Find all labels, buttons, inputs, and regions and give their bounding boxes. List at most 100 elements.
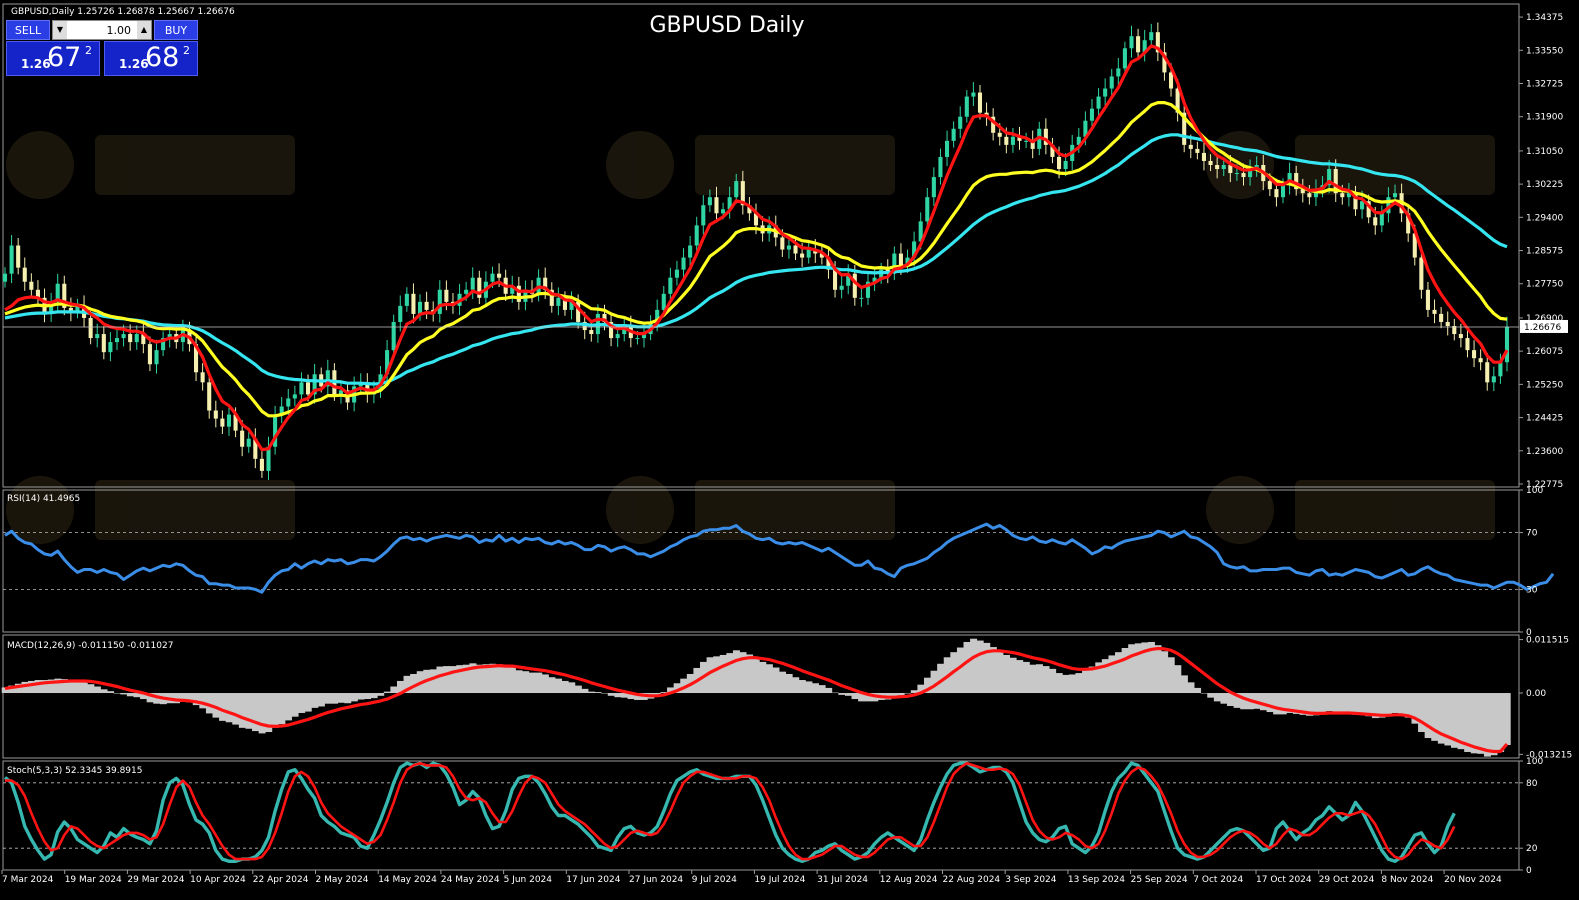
candle-body[interactable] xyxy=(931,177,936,198)
lot-decrease-arrow-icon[interactable]: ▼ xyxy=(53,21,67,39)
candle-body[interactable] xyxy=(226,414,232,427)
candle-body[interactable] xyxy=(635,338,640,340)
candle-body[interactable] xyxy=(470,277,475,290)
candle-body[interactable] xyxy=(1221,165,1226,170)
candle-body[interactable] xyxy=(1267,181,1272,190)
candle-body[interactable] xyxy=(714,197,719,214)
candle-body[interactable] xyxy=(108,342,113,353)
candle-body[interactable] xyxy=(1063,160,1068,170)
candle-body[interactable] xyxy=(1458,334,1463,339)
candle-body[interactable] xyxy=(852,273,857,298)
lot-size-value[interactable]: 1.00 xyxy=(69,21,135,41)
candle-body[interactable] xyxy=(497,273,502,278)
candle-body[interactable] xyxy=(207,382,212,411)
candle-body[interactable] xyxy=(1136,36,1141,53)
candle-body[interactable] xyxy=(213,410,218,419)
candle-body[interactable] xyxy=(391,321,396,351)
candle-body[interactable] xyxy=(898,253,903,266)
candle-body[interactable] xyxy=(780,237,785,250)
candle-body[interactable] xyxy=(1472,350,1477,359)
candle-body[interactable] xyxy=(793,245,798,254)
candle-body[interactable] xyxy=(688,245,693,258)
candle-body[interactable] xyxy=(681,257,686,270)
candle-body[interactable] xyxy=(1445,321,1450,326)
candle-body[interactable] xyxy=(1195,148,1200,153)
candle-body[interactable] xyxy=(1215,165,1220,170)
candle-body[interactable] xyxy=(22,267,27,282)
candle-body[interactable] xyxy=(398,305,403,322)
candle-body[interactable] xyxy=(1241,173,1246,178)
candle-body[interactable] xyxy=(1116,68,1121,77)
candle-body[interactable] xyxy=(286,398,291,407)
candle-body[interactable] xyxy=(951,128,956,141)
candle-body[interactable] xyxy=(95,334,100,339)
candle-body[interactable] xyxy=(444,289,449,302)
candle-body[interactable] xyxy=(88,317,93,339)
candle-body[interactable] xyxy=(299,382,304,395)
candle-body[interactable] xyxy=(786,245,791,250)
candle-body[interactable] xyxy=(661,293,666,310)
candle-body[interactable] xyxy=(240,430,245,447)
candle-body[interactable] xyxy=(1109,76,1114,89)
candle-body[interactable] xyxy=(668,277,673,294)
candle-body[interactable] xyxy=(1504,326,1510,363)
candle-body[interactable] xyxy=(958,116,963,129)
candle-body[interactable] xyxy=(1024,140,1029,142)
candle-body[interactable] xyxy=(246,438,251,447)
candle-body[interactable] xyxy=(925,197,930,222)
chart-canvas[interactable]: 1.34375 1.33550 1.32725 1.31900 1.31050 1.302… xyxy=(0,0,1579,896)
candle-body[interactable] xyxy=(200,372,205,383)
candle-body[interactable] xyxy=(977,92,983,113)
candle-body[interactable] xyxy=(1432,309,1437,314)
candle-body[interactable] xyxy=(134,334,139,343)
candle-body[interactable] xyxy=(833,269,838,290)
candle-body[interactable] xyxy=(859,297,864,299)
candle-body[interactable] xyxy=(1485,362,1490,383)
candle-body[interactable] xyxy=(128,334,133,343)
candle-body[interactable] xyxy=(694,225,699,246)
candle-body[interactable] xyxy=(1498,362,1503,377)
candle-body[interactable] xyxy=(707,197,712,206)
candle-body[interactable] xyxy=(305,382,311,395)
candle-body[interactable] xyxy=(945,140,950,157)
candle-body[interactable] xyxy=(464,289,469,294)
candle-body[interactable] xyxy=(1129,36,1134,49)
buy-button[interactable]: BUY xyxy=(154,20,198,40)
candle-body[interactable] xyxy=(220,418,225,427)
candle-body[interactable] xyxy=(16,245,21,268)
candle-body[interactable] xyxy=(1392,193,1398,198)
candle-body[interactable] xyxy=(1419,257,1424,290)
candle-body[interactable] xyxy=(1168,72,1174,89)
candle-body[interactable] xyxy=(589,330,594,335)
candle-body[interactable] xyxy=(839,285,844,290)
candle-body[interactable] xyxy=(1089,108,1095,121)
candle-body[interactable] xyxy=(437,289,442,314)
candle-body[interactable] xyxy=(1103,88,1108,97)
candle-body[interactable] xyxy=(615,334,620,339)
sell-button[interactable]: SELL xyxy=(6,20,50,40)
candle-body[interactable] xyxy=(1274,189,1279,198)
candle-body[interactable] xyxy=(1280,185,1286,198)
candle-body[interactable] xyxy=(1379,213,1384,226)
candle-body[interactable] xyxy=(1188,144,1193,149)
candle-body[interactable] xyxy=(1373,217,1378,226)
candle-body[interactable] xyxy=(1340,193,1345,198)
candle-body[interactable] xyxy=(1307,193,1312,198)
sell-price-quote[interactable]: 1.26 67 2 xyxy=(6,41,100,76)
candle-body[interactable] xyxy=(1478,358,1483,363)
candle-body[interactable] xyxy=(101,334,106,353)
candle-body[interactable] xyxy=(259,458,264,471)
candle-body[interactable] xyxy=(1491,376,1496,383)
candle-body[interactable] xyxy=(424,301,429,310)
candle-body[interactable] xyxy=(114,338,120,343)
lot-size-field[interactable]: ▼ 1.00 ▲ xyxy=(52,20,152,40)
candle-body[interactable] xyxy=(721,209,726,214)
candle-body[interactable] xyxy=(1439,313,1444,322)
candle-body[interactable] xyxy=(1096,96,1101,109)
candle-body[interactable] xyxy=(9,245,14,274)
candle-body[interactable] xyxy=(1201,152,1207,161)
candle-body[interactable] xyxy=(2,273,8,282)
candle-body[interactable] xyxy=(1208,160,1213,165)
candle-body[interactable] xyxy=(404,293,409,306)
candle-body[interactable] xyxy=(411,293,416,314)
